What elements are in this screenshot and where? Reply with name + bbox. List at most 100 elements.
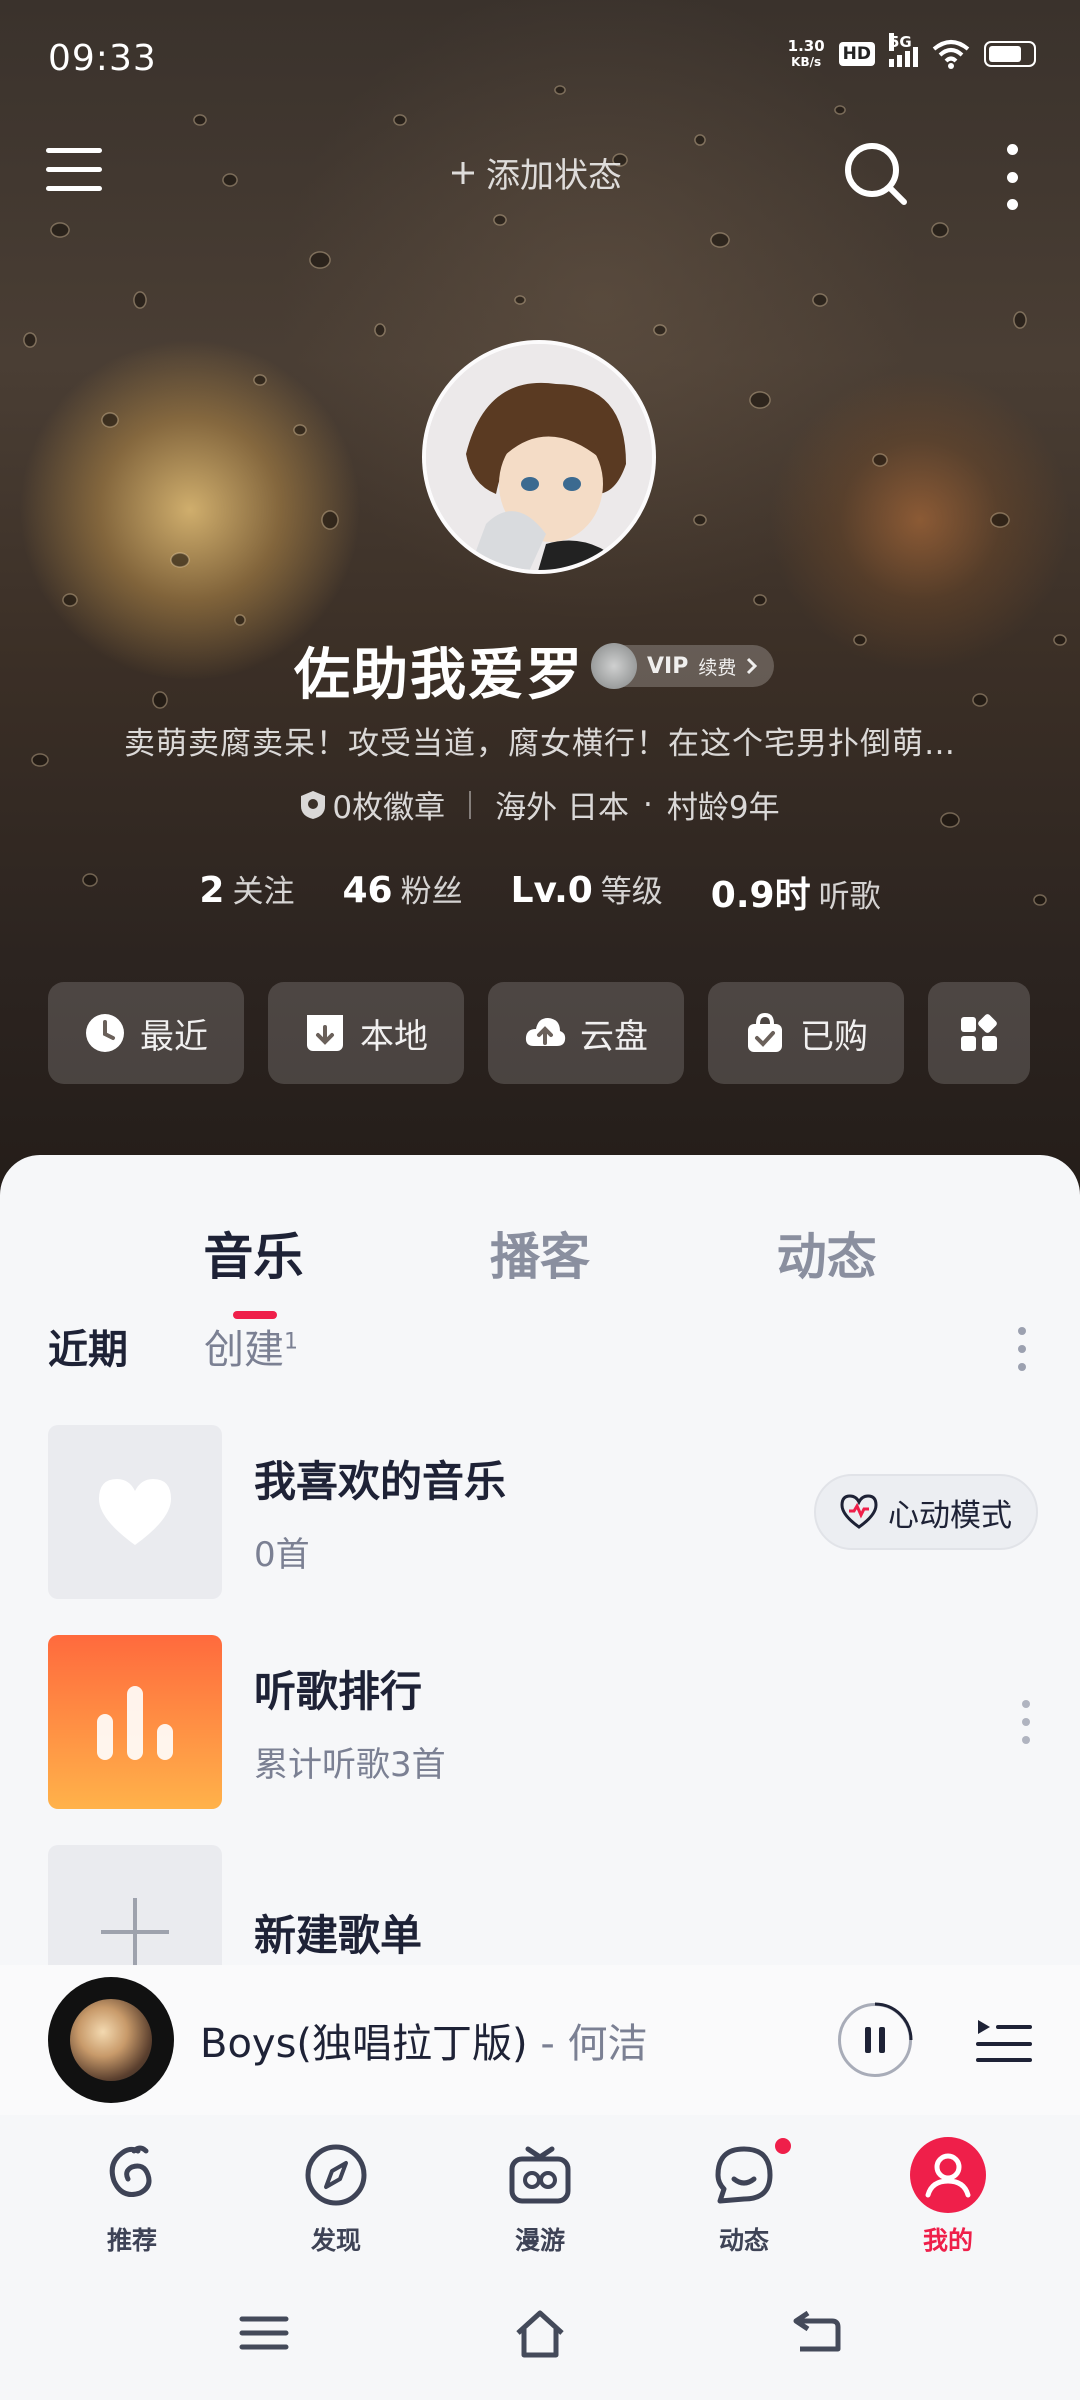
stat-label: 关注: [232, 874, 295, 910]
quick-label: 本地: [360, 1016, 428, 1057]
heartbeat-icon: [840, 1494, 878, 1529]
album-art: [70, 1999, 152, 2081]
chat-icon: [715, 2146, 773, 2204]
vip-label: VIP: [647, 653, 689, 679]
home-icon[interactable]: [512, 2305, 568, 2361]
heartbeat-mode-button[interactable]: 心动模式: [814, 1474, 1038, 1550]
user-icon: [910, 2137, 986, 2213]
vip-renew-label: 续费: [698, 656, 737, 679]
subtab-more-icon[interactable]: [1018, 1327, 1028, 1371]
username: 佐助我爱罗: [294, 643, 584, 708]
radio-icon: [509, 2146, 571, 2204]
nav-label: 动态: [718, 2226, 769, 2255]
tab-activity[interactable]: 动态: [777, 1217, 877, 1289]
bio[interactable]: 卖萌卖腐卖呆！攻受当道，腐女横行！在这个宅男扑倒萌…: [0, 718, 1080, 763]
chevron-right-icon: [747, 657, 758, 675]
cloud-upload-icon: [525, 1018, 566, 1046]
more-apps-button[interactable]: [928, 982, 1030, 1084]
badge-icon: [301, 790, 326, 819]
net-speed-unit: KB/s: [791, 55, 822, 69]
stat-following[interactable]: 2 关注: [199, 866, 294, 918]
dot-separator: ·: [643, 786, 653, 823]
nav-recommend[interactable]: 推荐: [52, 2115, 212, 2265]
stat-num: 2: [199, 870, 225, 911]
nav-activity[interactable]: 动态: [664, 2115, 824, 2265]
quick-recent-button[interactable]: 最近: [48, 982, 244, 1084]
subtab-recent[interactable]: 近期: [48, 1317, 128, 1375]
subtab-created-count: 1: [284, 1329, 298, 1355]
playlist-more-icon[interactable]: [1022, 1700, 1032, 1744]
system-nav: [0, 2265, 1080, 2400]
stat-label: 等级: [600, 874, 663, 910]
stat-num: 46: [342, 870, 393, 911]
subtab-bar: 近期 创建1: [48, 1317, 298, 1375]
plus-icon: [452, 161, 474, 184]
playlist-queue-icon[interactable]: [976, 2014, 1032, 2066]
stat-label: 粉丝: [400, 874, 463, 910]
mini-player[interactable]: Boys(独唱拉丁版) - 何洁: [0, 1965, 1080, 2115]
profile-meta: 0枚徽章 海外 日本 · 村龄9年: [0, 782, 1080, 827]
playlist-title: 新建歌单: [254, 1910, 423, 1960]
netease-logo-icon: [109, 2145, 152, 2197]
stat-followers[interactable]: 46 粉丝: [342, 866, 462, 918]
vip-badge[interactable]: VIP 续费: [591, 643, 775, 689]
quick-cloud-button[interactable]: 云盘: [488, 982, 684, 1084]
playlist-count: 0首: [254, 1535, 310, 1575]
status-icons: 1.30 KB/s HD 5G: [788, 33, 1036, 70]
nav-mine[interactable]: 我的: [868, 2115, 1028, 2265]
hd-badge: HD: [838, 42, 875, 66]
nav-label: 漫游: [514, 2226, 565, 2255]
progress-ring: [874, 2002, 913, 2041]
nav-discover[interactable]: 发现: [256, 2115, 416, 2265]
playlist-liked[interactable]: 我喜欢的音乐 0首 心动模式: [48, 1425, 1038, 1599]
plus-icon: [101, 1898, 169, 1966]
bottom-nav: 推荐 发现 漫游 动态 我的: [0, 2115, 1080, 2265]
nav-label: 发现: [310, 2226, 361, 2255]
stat-num: Lv.0: [510, 870, 593, 911]
network-type: 5G: [889, 33, 912, 51]
net-speed-value: 1.30: [787, 37, 825, 55]
now-playing[interactable]: Boys(独唱拉丁版) - 何洁: [200, 2011, 838, 2069]
battery-icon: [984, 41, 1036, 67]
apps-grid-icon: [961, 1014, 997, 1051]
stat-num: 0.9时: [710, 875, 811, 916]
stat-listen-time[interactable]: 0.9时 听歌: [711, 866, 881, 918]
quick-label: 已购: [800, 1016, 868, 1057]
heartbeat-mode-label: 心动模式: [888, 1497, 1012, 1534]
playlist-title: 我喜欢的音乐: [254, 1457, 507, 1506]
badges-count[interactable]: 0枚徽章: [332, 782, 445, 827]
nav-roam[interactable]: 漫游: [460, 2115, 620, 2265]
stat-label: 听歌: [818, 879, 881, 915]
status-time: 09:33: [48, 38, 157, 79]
notification-dot: [772, 2135, 794, 2157]
playlist-cover: [48, 1635, 222, 1809]
stat-level[interactable]: Lv.0 等级: [511, 866, 663, 918]
quick-purchased-button[interactable]: 已购: [708, 982, 904, 1084]
tab-music[interactable]: 音乐: [203, 1217, 303, 1319]
album-disc[interactable]: [48, 1977, 174, 2103]
account-age: 村龄9年: [666, 790, 780, 826]
location: 海外 日本: [495, 790, 629, 826]
playlist-text: 我喜欢的音乐 0首: [254, 1448, 814, 1576]
add-status-button[interactable]: 添加状态: [450, 148, 622, 197]
avatar[interactable]: [422, 340, 656, 574]
nav-label: 推荐: [106, 2226, 157, 2255]
song-title: Boys(独唱拉丁版): [200, 2021, 528, 2067]
playlist-ranking[interactable]: 听歌排行 累计听歌3首: [48, 1635, 1038, 1809]
search-icon[interactable]: [840, 138, 910, 208]
song-separator: -: [527, 2021, 568, 2067]
playlist-text: 新建歌单: [254, 1902, 1038, 1963]
divider: [469, 790, 472, 819]
recents-icon[interactable]: [236, 2305, 292, 2361]
pause-button[interactable]: [838, 2002, 913, 2077]
subtab-created[interactable]: 创建1: [204, 1317, 298, 1375]
signal-icon: 5G: [889, 33, 918, 67]
net-speed: 1.30 KB/s: [788, 38, 825, 70]
quick-local-button[interactable]: 本地: [268, 982, 464, 1084]
tab-podcast[interactable]: 播客: [490, 1217, 590, 1289]
more-options-icon[interactable]: [1000, 144, 1024, 210]
quick-actions: 最近 本地 云盘 已购: [48, 982, 1030, 1084]
playlist-title: 听歌排行: [254, 1667, 423, 1716]
menu-icon[interactable]: [46, 148, 102, 198]
back-icon[interactable]: [788, 2305, 844, 2361]
